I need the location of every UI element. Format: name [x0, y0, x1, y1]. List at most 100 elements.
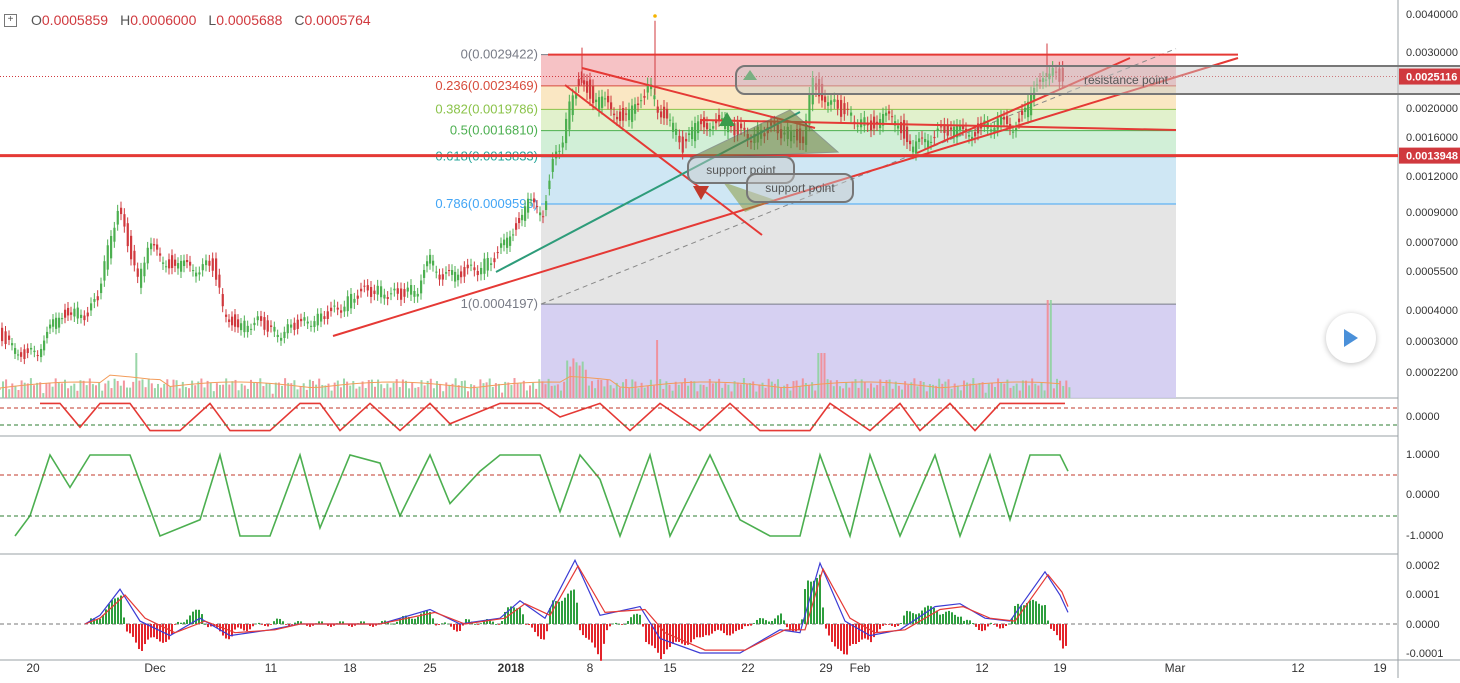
volume-bar [606, 379, 609, 398]
volume-bar [191, 380, 194, 398]
volume-bar [42, 393, 45, 398]
macd-histogram-bar [888, 624, 890, 625]
candle-body [61, 318, 64, 320]
expand-icon[interactable]: + [4, 13, 17, 27]
macd-histogram-bar [777, 615, 779, 624]
macd-histogram-bar [249, 624, 251, 630]
volume-bar [780, 386, 783, 398]
candle-body [313, 321, 316, 327]
time-axis-label: 19 [1053, 661, 1067, 675]
macd-histogram-bar [1017, 603, 1019, 624]
macd-histogram-bar [663, 624, 665, 655]
volume-bar [305, 389, 308, 398]
candle-body [476, 270, 479, 276]
volume-bar [188, 388, 190, 398]
volume-bar [246, 388, 249, 398]
candle-body [326, 311, 329, 319]
volume-bar [519, 383, 522, 398]
macd-histogram-bar [390, 623, 392, 625]
macd-histogram-bar [99, 618, 101, 624]
volume-bar [984, 392, 987, 398]
candle-body [383, 294, 386, 299]
macd-histogram-bar [519, 607, 521, 624]
candle-body [366, 285, 369, 291]
volume-bar [265, 382, 268, 398]
price-axis-label: 0.0012000 [1406, 171, 1458, 183]
macd-histogram-bar [996, 624, 998, 627]
volume-bar [476, 387, 479, 398]
volume-bar [764, 387, 767, 398]
volume-bar [826, 379, 829, 398]
candle-body [493, 258, 496, 263]
macd-histogram-bar [225, 624, 227, 639]
chart-root[interactable]: 0(0.0029422) 0.236(0.0023469) 0.382(0.0019… [0, 0, 1460, 678]
candle-body [1030, 93, 1033, 116]
candle-body [23, 349, 26, 359]
candle-body [136, 268, 139, 277]
volume-bar [739, 384, 742, 398]
volume-bar [386, 383, 389, 398]
volume-bar [637, 388, 640, 398]
candle-body [836, 99, 839, 109]
macd-histogram-bar [447, 623, 449, 625]
volume-bar [76, 390, 79, 398]
candle-body [909, 140, 912, 145]
volume-bar [277, 382, 280, 398]
volume-bar [436, 381, 438, 398]
macd-histogram-bar [126, 624, 128, 632]
macd-histogram-bar [912, 613, 914, 624]
macd-histogram-bar [750, 624, 752, 626]
volume-bar [535, 388, 538, 398]
volume-bar [808, 385, 810, 398]
macd-histogram-bar [246, 624, 248, 632]
macd-axis-label: 0.0001 [1406, 589, 1440, 601]
volume-bar [553, 385, 556, 398]
candle-body [509, 236, 512, 246]
macd-histogram-bar [168, 624, 170, 640]
volume-bar [851, 381, 854, 398]
volume-bar [333, 382, 336, 398]
candle-body [927, 140, 930, 148]
ohlc-low: L0.0005688 [208, 12, 283, 28]
volume-bar [649, 379, 652, 398]
candle-body [146, 247, 149, 264]
macd-histogram-bar [924, 607, 926, 624]
macd-histogram-bar [729, 624, 731, 636]
candle-body [303, 317, 306, 321]
candle-body [253, 322, 256, 326]
volume-bar [956, 385, 959, 398]
play-button[interactable] [1326, 313, 1376, 363]
ohlc-close: C0.0005764 [294, 12, 371, 28]
volume-bar [339, 387, 342, 398]
chart-canvas[interactable]: 0(0.0029422) 0.236(0.0023469) 0.382(0.0019… [0, 0, 1460, 678]
volume-bar [1043, 390, 1046, 398]
volume-bar [237, 390, 240, 398]
volume-bar [566, 360, 569, 398]
volume-bar [625, 379, 628, 398]
macd-histogram-bar [957, 616, 959, 624]
volume-bar [417, 387, 420, 398]
candle-body [700, 120, 703, 125]
volume-bar [777, 379, 779, 398]
candle-body [530, 199, 533, 201]
time-axis-label: 2018 [498, 661, 525, 675]
macd-histogram-bar [174, 624, 176, 625]
volume-bar [29, 378, 32, 398]
macd-histogram-bar [846, 624, 848, 655]
macd-histogram-bar [546, 624, 548, 632]
volume-bar [798, 385, 801, 398]
volume-bar [36, 382, 39, 398]
candle-body [17, 354, 20, 356]
candle-body [240, 323, 243, 331]
volume-bar [699, 384, 702, 398]
candle-body [286, 324, 289, 334]
candle-body [850, 112, 853, 116]
volume-bar [507, 382, 510, 398]
candle-body [70, 312, 73, 315]
candle-body [198, 272, 201, 275]
macd-histogram-bar [222, 624, 224, 636]
candle-body [533, 198, 536, 203]
candle-body [276, 334, 279, 338]
volume-bar [166, 379, 169, 398]
macd-histogram-bar [822, 607, 824, 624]
